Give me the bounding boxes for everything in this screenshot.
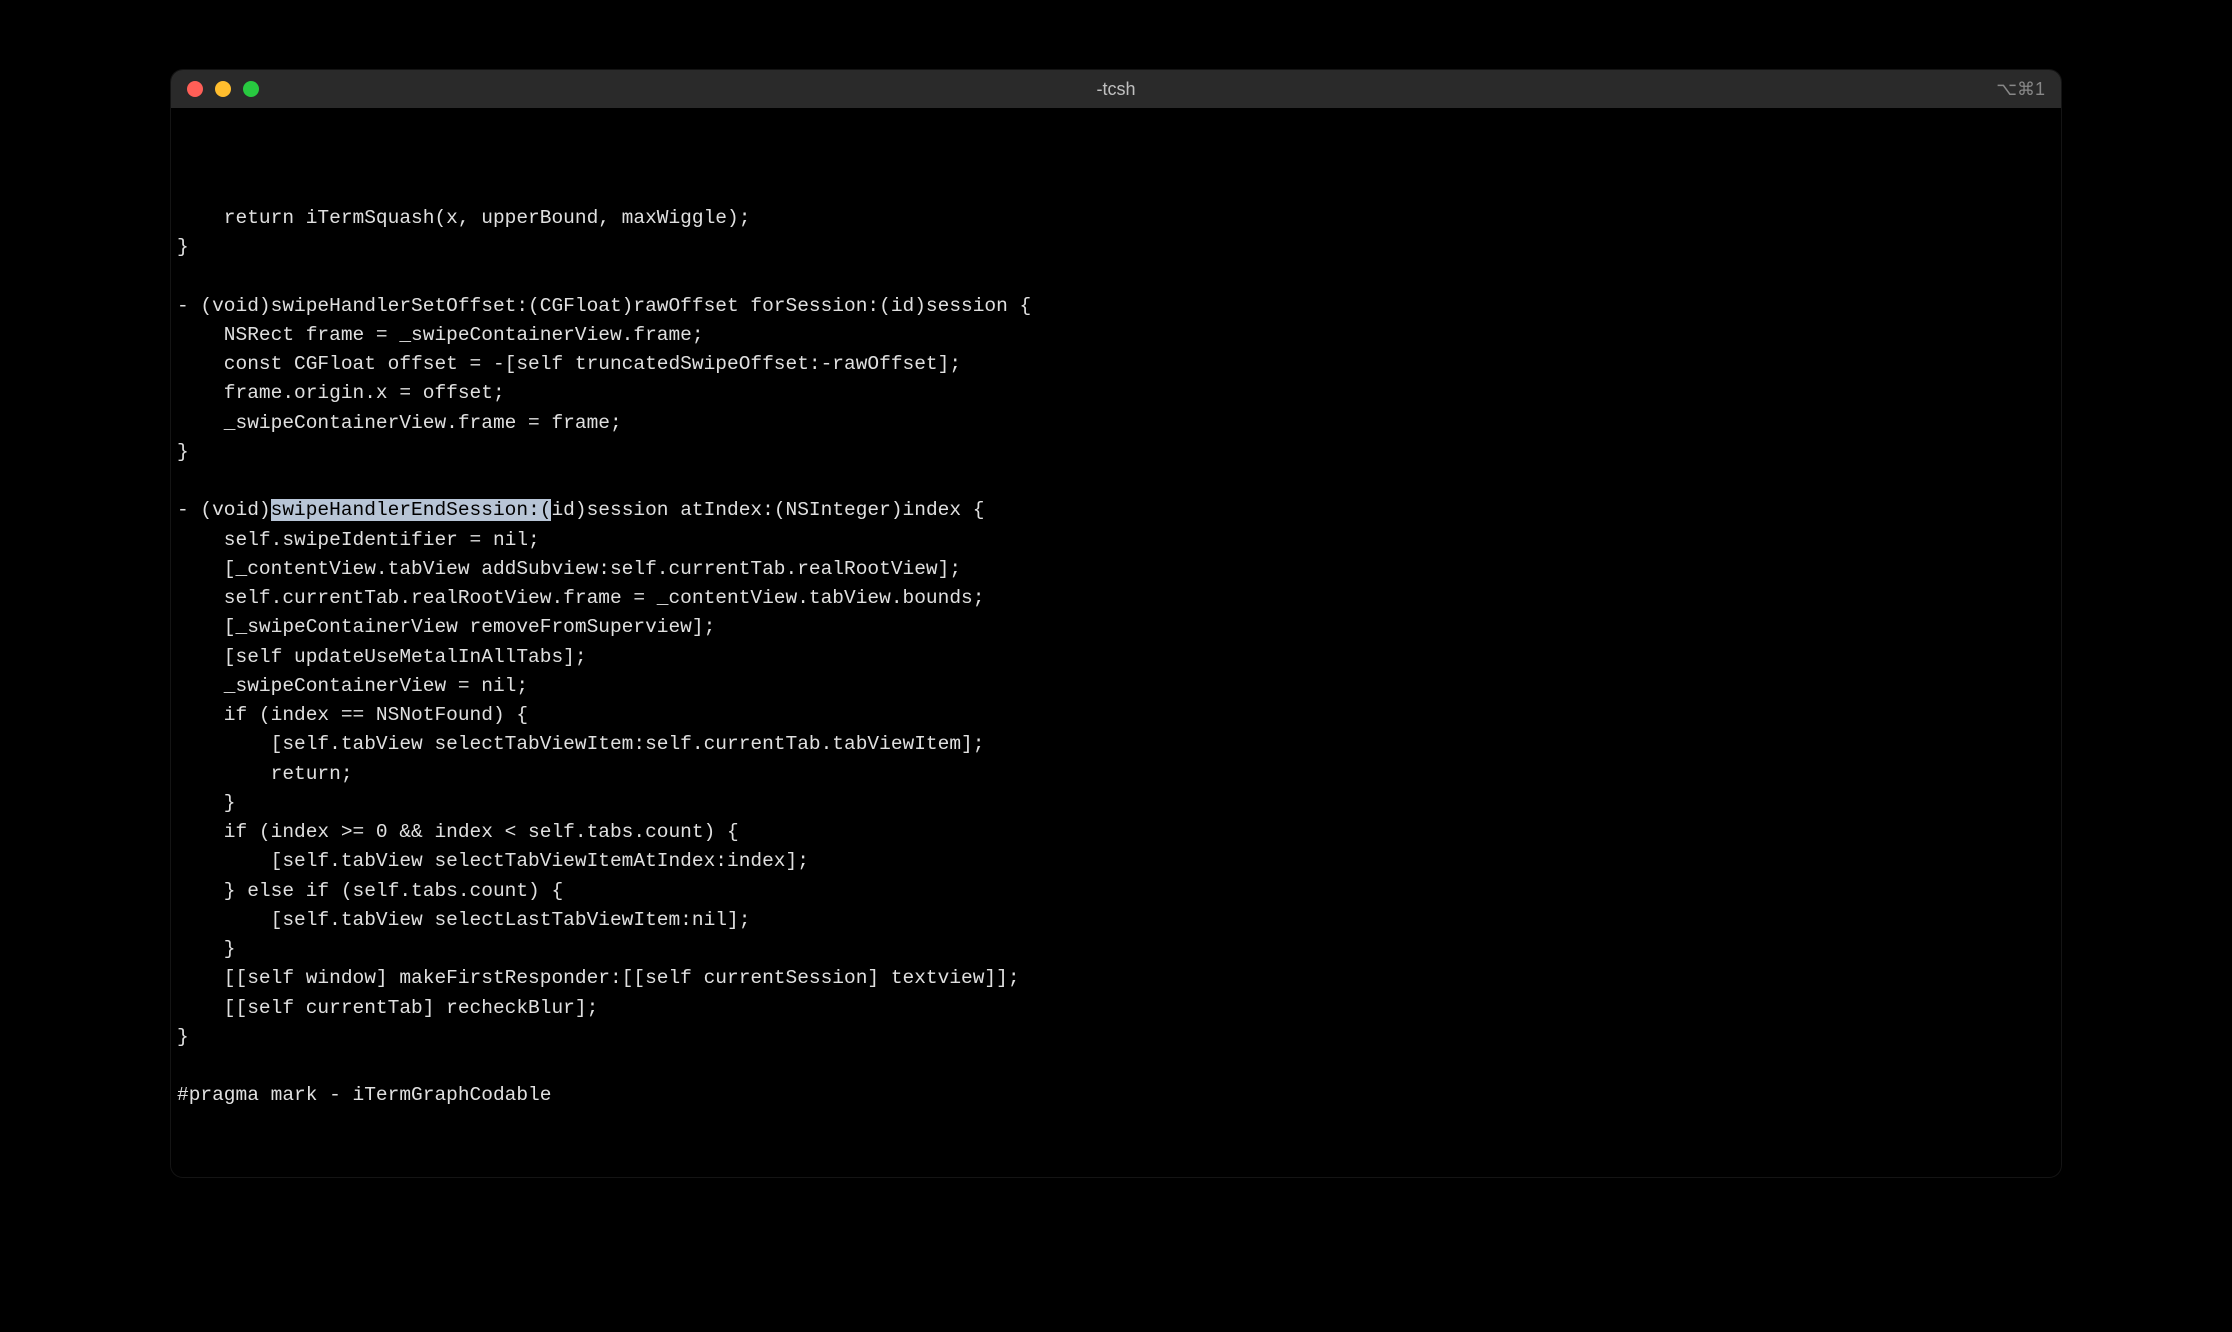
code-line: } [177, 438, 2055, 467]
code-line: } [177, 789, 2055, 818]
code-line: [self.tabView selectTabViewItemAtIndex:i… [177, 847, 2055, 876]
code-line: _swipeContainerView.frame = frame; [177, 409, 2055, 438]
code-line: if (index >= 0 && index < self.tabs.coun… [177, 818, 2055, 847]
shortcut-indicator: ⌥⌘1 [1996, 79, 2045, 100]
code-line: [_contentView.tabView addSubview:self.cu… [177, 555, 2055, 584]
code-line: const CGFloat offset = -[self truncatedS… [177, 350, 2055, 379]
code-line: } [177, 935, 2055, 964]
traffic-lights [187, 81, 259, 97]
code-line: } [177, 1023, 2055, 1052]
code-line: - (void)swipeHandlerEndSession:(id)sessi… [177, 496, 2055, 525]
code-line: #pragma mark - iTermGraphCodable [177, 1081, 2055, 1110]
code-line: NSRect frame = _swipeContainerView.frame… [177, 321, 2055, 350]
code-line: } [177, 233, 2055, 262]
terminal-content[interactable]: return iTermSquash(x, upperBound, maxWig… [171, 108, 2061, 1177]
code-text: - (void) [177, 499, 271, 521]
code-line: - (void)swipeHandlerSetOffset:(CGFloat)r… [177, 292, 2055, 321]
code-line: return; [177, 760, 2055, 789]
code-line: [self updateUseMetalInAllTabs]; [177, 643, 2055, 672]
code-line: self.currentTab.realRootView.frame = _co… [177, 584, 2055, 613]
maximize-button[interactable] [243, 81, 259, 97]
code-line: } else if (self.tabs.count) { [177, 877, 2055, 906]
code-line [177, 262, 2055, 291]
window-title: -tcsh [1096, 79, 1135, 100]
document-icon [2027, 120, 2049, 148]
code-line: if (index == NSNotFound) { [177, 701, 2055, 730]
terminal-window: -tcsh ⌥⌘1 return iTermSquash(x, upperBou… [171, 70, 2061, 1177]
code-line [177, 467, 2055, 496]
code-line: [[self window] makeFirstResponder:[[self… [177, 964, 2055, 993]
code-line: return iTermSquash(x, upperBound, maxWig… [177, 204, 2055, 233]
code-line: self.swipeIdentifier = nil; [177, 526, 2055, 555]
code-line: _swipeContainerView = nil; [177, 672, 2055, 701]
window-titlebar[interactable]: -tcsh ⌥⌘1 [171, 70, 2061, 108]
code-text: id)session atIndex:(NSInteger)index { [551, 499, 984, 521]
code-line [177, 1052, 2055, 1081]
code-block[interactable]: return iTermSquash(x, upperBound, maxWig… [177, 204, 2055, 1111]
close-button[interactable] [187, 81, 203, 97]
selected-text: swipeHandlerEndSession: [271, 499, 540, 521]
code-line: [_swipeContainerView removeFromSuperview… [177, 613, 2055, 642]
code-line: [[self currentTab] recheckBlur]; [177, 994, 2055, 1023]
code-line: [self.tabView selectLastTabViewItem:nil]… [177, 906, 2055, 935]
text-cursor: ( [540, 499, 552, 521]
code-line: [self.tabView selectTabViewItem:self.cur… [177, 730, 2055, 759]
code-line: frame.origin.x = offset; [177, 379, 2055, 408]
minimize-button[interactable] [215, 81, 231, 97]
